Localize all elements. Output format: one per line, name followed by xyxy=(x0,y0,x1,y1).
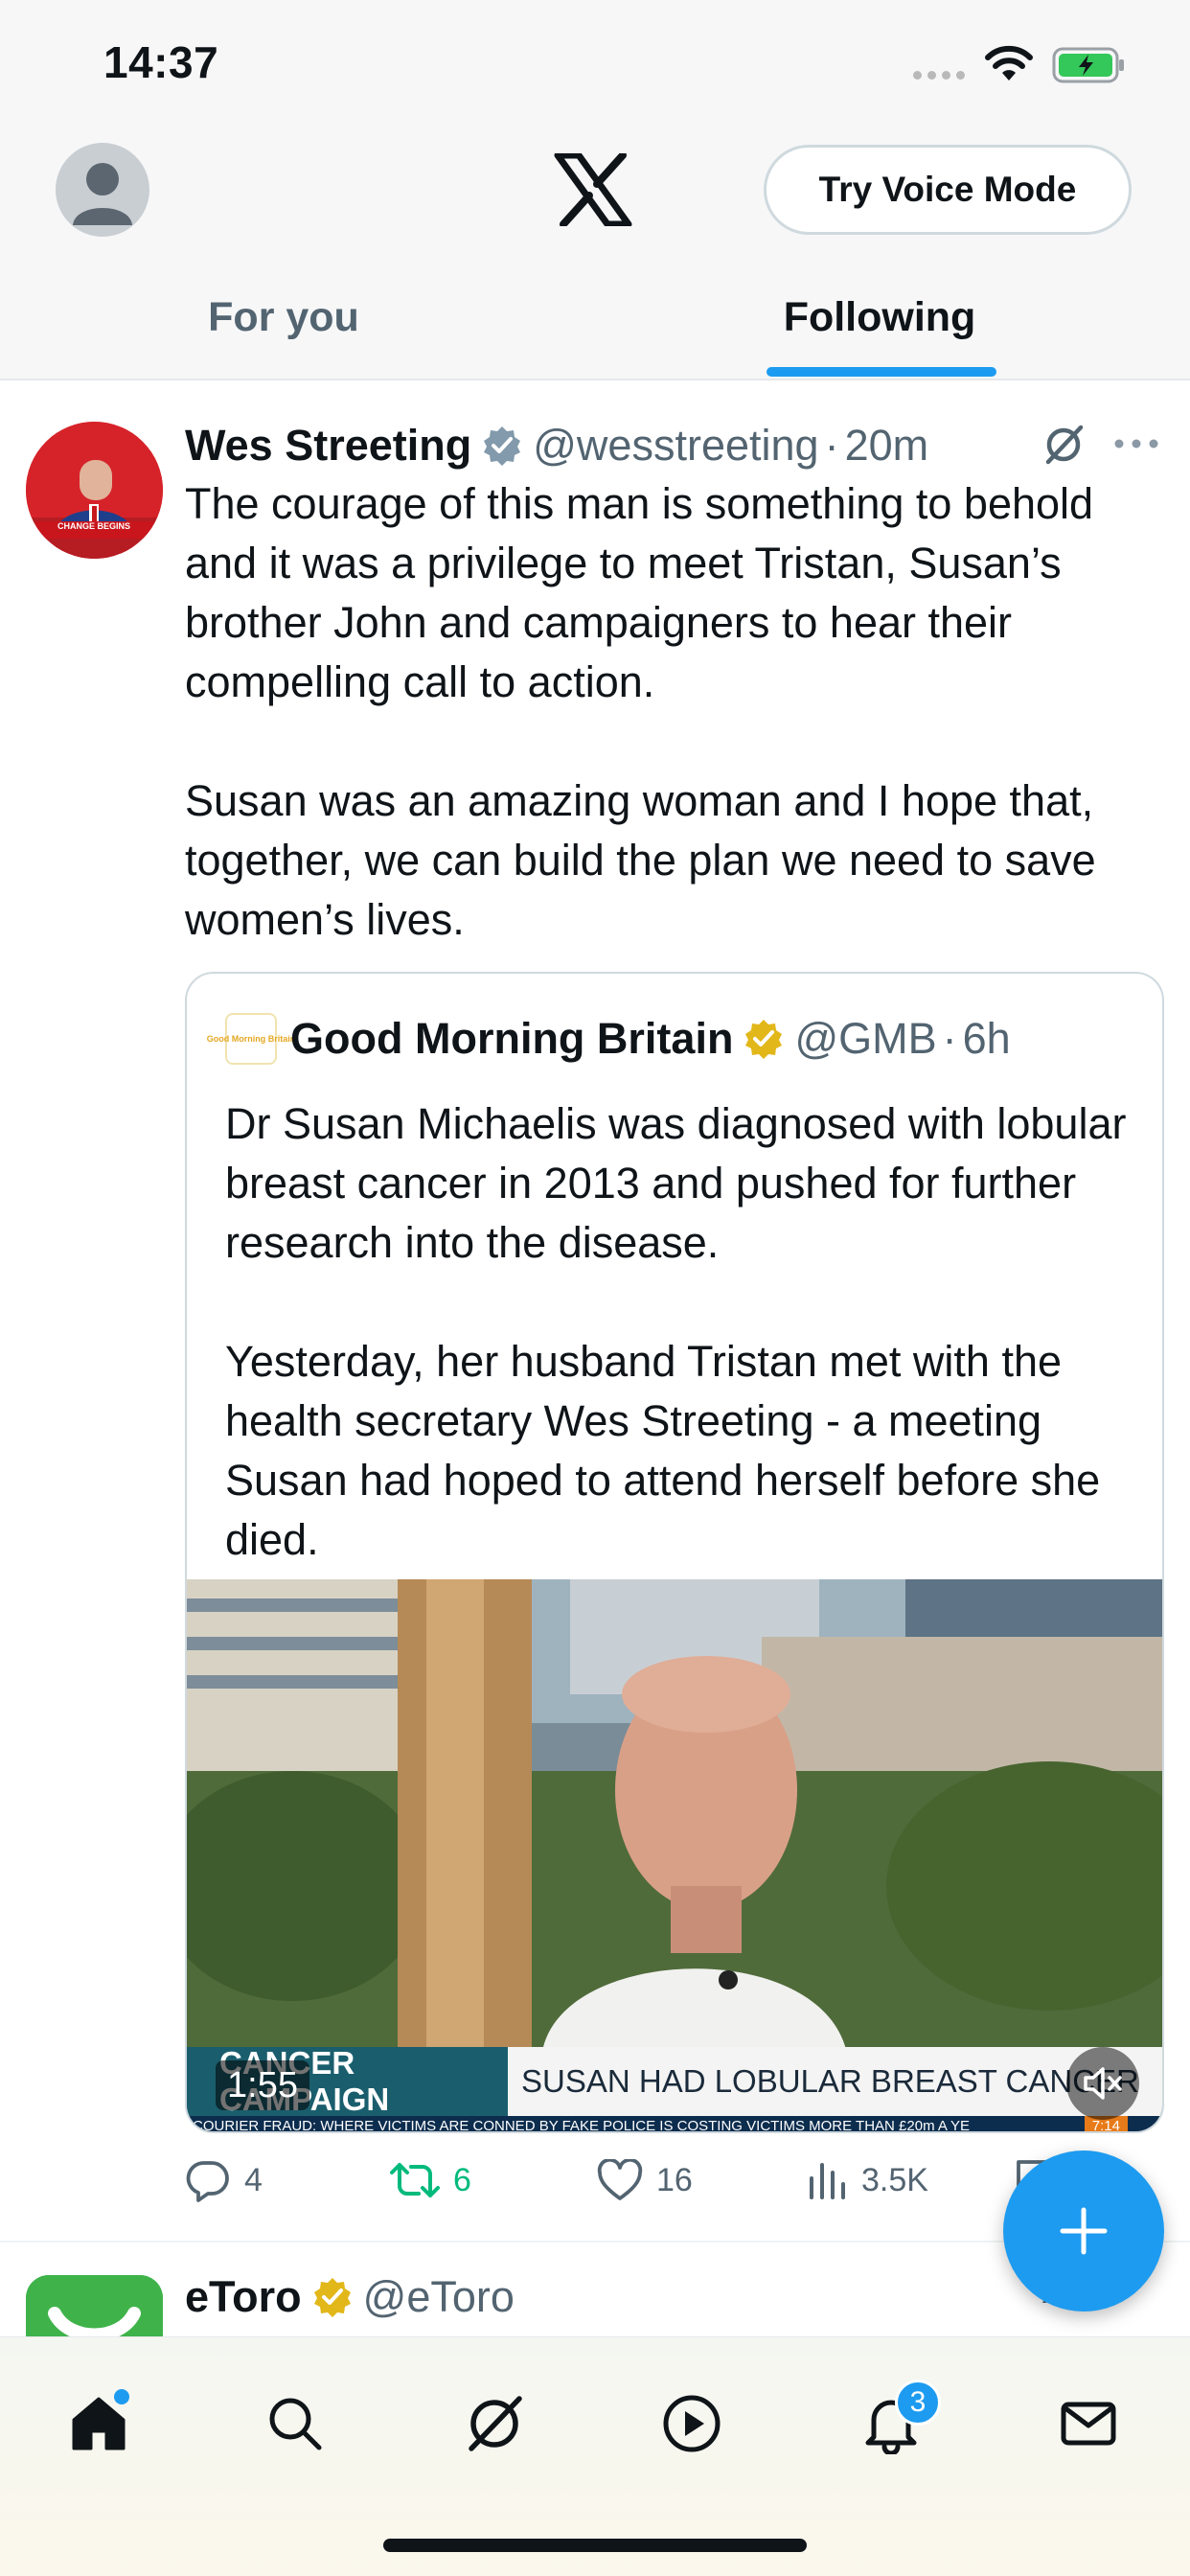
like-button[interactable]: 16 xyxy=(597,2147,693,2214)
post-header: Wes Streeting @wesstreeting · 20m xyxy=(185,412,1172,479)
grok-icon xyxy=(469,2396,522,2451)
status-bar: 14:37 xyxy=(0,0,1190,129)
search-icon xyxy=(269,2398,322,2450)
more-options-icon[interactable] xyxy=(1113,437,1159,450)
play-icon xyxy=(663,2395,721,2452)
reply-count: 4 xyxy=(244,2161,263,2198)
nav-grok[interactable] xyxy=(446,2376,542,2472)
compose-post-button[interactable] xyxy=(1003,2150,1164,2312)
nav-home[interactable] xyxy=(51,2376,147,2472)
quoted-post-timestamp[interactable]: 6h xyxy=(963,1014,1011,1064)
view-count: 3.5K xyxy=(861,2161,928,2198)
avatar-banner-text: CHANGE BEGINS xyxy=(57,521,130,531)
verified-badge-icon xyxy=(481,425,523,467)
notification-count-badge: 3 xyxy=(895,2380,941,2426)
repost-count: 6 xyxy=(453,2161,471,2198)
nav-notifications[interactable]: 3 xyxy=(843,2376,941,2472)
gmb-logo-text: Good Morning Britain xyxy=(206,1033,296,1044)
etoro-logo xyxy=(26,2275,163,2336)
next-author-handle[interactable]: @eToro xyxy=(363,2272,515,2322)
mute-button[interactable] xyxy=(1066,2047,1139,2120)
verified-gold-badge-icon xyxy=(743,1018,785,1060)
envelope-icon xyxy=(1061,2402,1116,2446)
tab-following[interactable]: Following xyxy=(707,283,1052,379)
separator: · xyxy=(942,1014,957,1063)
post-text: The courage of this man is something to … xyxy=(185,479,1096,944)
home-indicator[interactable] xyxy=(383,2539,807,2552)
post-timestamp[interactable]: 20m xyxy=(845,421,929,471)
battery-icon xyxy=(1052,47,1124,83)
status-time: 14:37 xyxy=(103,37,219,87)
repost-button[interactable]: 6 xyxy=(390,2147,471,2214)
video-duration: 1:55 xyxy=(216,2060,309,2110)
verified-gold-badge-icon xyxy=(311,2276,354,2318)
try-voice-mode-button[interactable]: Try Voice Mode xyxy=(764,145,1132,235)
nav-messages[interactable] xyxy=(1041,2376,1136,2472)
speaker-muted-icon xyxy=(1084,2067,1122,2100)
profile-avatar[interactable] xyxy=(56,143,149,237)
next-author-name[interactable]: eToro xyxy=(185,2272,302,2322)
views-icon xyxy=(810,2163,845,2199)
cellular-signal-icon xyxy=(913,71,965,80)
x-logo-icon[interactable] xyxy=(554,153,632,226)
quoted-author-handle[interactable]: @GMB xyxy=(794,1014,936,1064)
quoted-author-name[interactable]: Good Morning Britain xyxy=(290,1014,733,1064)
reply-button[interactable]: 4 xyxy=(185,2147,263,2214)
nav-video[interactable] xyxy=(644,2376,740,2472)
wifi-icon xyxy=(985,45,1033,80)
news-ticker: COURIER FRAUD: WHERE VICTIMS ARE CONNED … xyxy=(187,2116,1162,2133)
etoro-avatar[interactable] xyxy=(26,2275,163,2336)
separator: · xyxy=(824,421,839,470)
gmb-logo[interactable]: Good Morning Britain xyxy=(207,1013,295,1065)
ticker-text: COURIER FRAUD: WHERE VICTIMS ARE CONNED … xyxy=(193,2117,970,2133)
timeline-tabs: For you Following xyxy=(0,283,1190,379)
quoted-post-text: Dr Susan Michaelis was diagnosed with lo… xyxy=(225,1099,1127,1564)
quoted-post[interactable]: Good Morning Britain Good Morning Britai… xyxy=(185,972,1164,2133)
tab-for-you[interactable]: For you xyxy=(96,283,471,379)
app-header: Try Voice Mode For you Following xyxy=(0,129,1190,380)
author-photo xyxy=(26,422,163,559)
quoted-post-header: Good Morning Britain Good Morning Britai… xyxy=(207,1010,1011,1068)
like-count: 16 xyxy=(656,2161,693,2198)
grok-icon[interactable] xyxy=(1041,422,1087,468)
reply-icon xyxy=(186,2161,229,2202)
repost-icon xyxy=(390,2163,440,2197)
nav-search[interactable] xyxy=(247,2376,343,2472)
views-button[interactable]: 3.5K xyxy=(806,2147,928,2214)
default-avatar-icon xyxy=(73,163,132,225)
video-player[interactable]: CANCER CAMPAIGN SUSAN HAD LOBULAR BREAST… xyxy=(187,1579,1162,2133)
heart-icon xyxy=(597,2159,643,2200)
author-handle[interactable]: @wesstreeting xyxy=(533,421,818,471)
author-name[interactable]: Wes Streeting xyxy=(185,421,471,471)
news-lower-third: CANCER CAMPAIGN SUSAN HAD LOBULAR BREAST… xyxy=(187,2045,1162,2117)
post[interactable]: CHANGE BEGINS Wes Streeting @wesstreetin… xyxy=(0,383,1190,2242)
next-post-header: eToro @eToro xyxy=(185,2264,515,2331)
plus-icon xyxy=(1060,2207,1108,2255)
bottom-navigation: 3 xyxy=(0,2336,1190,2576)
active-tab-indicator xyxy=(767,367,996,377)
author-avatar[interactable]: CHANGE BEGINS xyxy=(26,422,163,559)
new-posts-dot xyxy=(114,2389,129,2404)
